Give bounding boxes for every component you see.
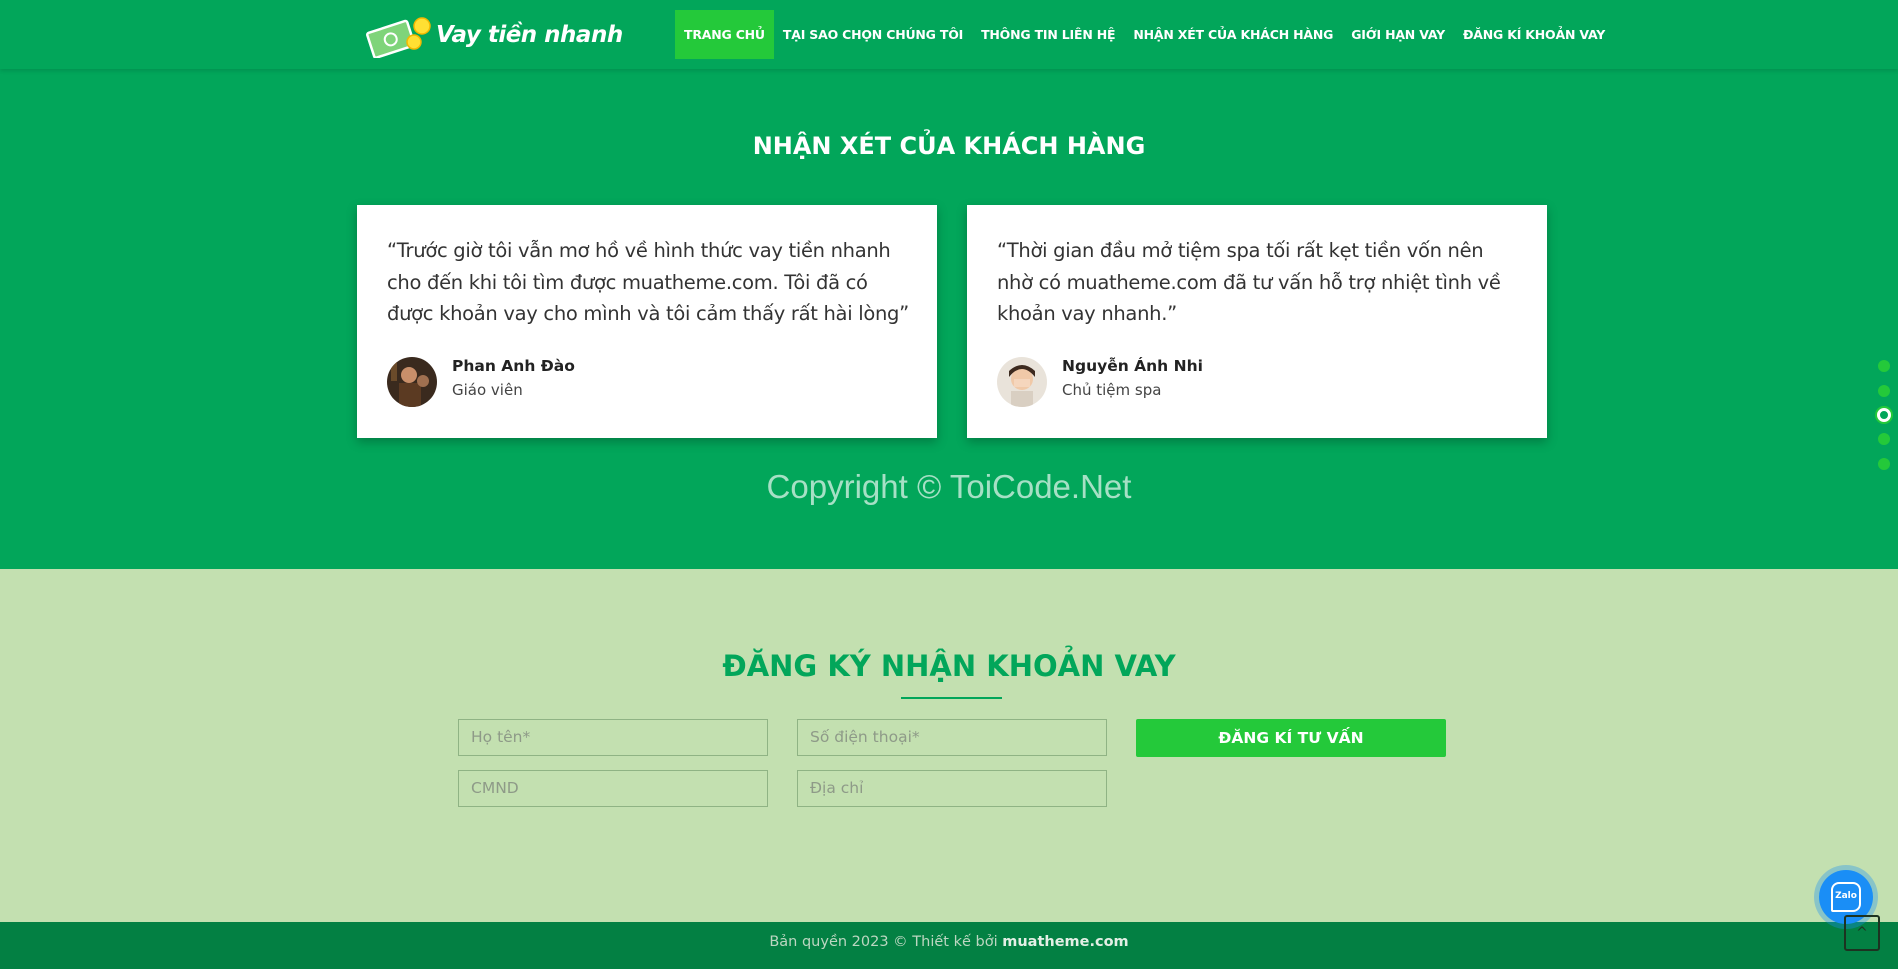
full-name-input[interactable]: Họ tên* — [458, 719, 768, 756]
testimonial-quote: “Thời gian đầu mở tiệm spa tối rất kẹt t… — [997, 239, 1501, 325]
nav-item-testimonials[interactable]: NHẬN XÉT CỦA KHÁCH HÀNG — [1124, 10, 1342, 59]
testimonials-section: NHẬN XÉT CỦA KHÁCH HÀNG “Trước giờ tôi v… — [0, 69, 1898, 569]
testimonial-card: “Thời gian đầu mở tiệm spa tối rất kẹt t… — [967, 205, 1547, 438]
address-input[interactable]: Địa chỉ — [797, 770, 1107, 807]
customer-role: Giáo viên — [452, 381, 523, 399]
avatar — [387, 357, 437, 407]
title-underline — [901, 697, 1002, 699]
watermark: Copyright © ToiCode.Net — [766, 468, 1132, 505]
logo-text: Vay tiền nhanh — [436, 22, 623, 48]
customer-name: Nguyễn Ánh Nhi — [1062, 357, 1203, 375]
section-dot-active[interactable] — [1877, 408, 1891, 422]
register-consult-button[interactable]: ĐĂNG KÍ TƯ VẤN — [1136, 719, 1446, 757]
section-dot[interactable] — [1876, 383, 1892, 399]
footer-text: Bản quyền 2023 © Thiết kế bởi — [769, 934, 998, 950]
registration-title: ĐĂNG KÝ NHẬN KHOẢN VAY — [722, 649, 1176, 683]
id-number-input[interactable]: CMND — [458, 770, 768, 807]
customer-role: Chủ tiệm spa — [1062, 381, 1162, 399]
section-dot[interactable] — [1876, 358, 1892, 374]
back-to-top-button[interactable]: ^ — [1844, 915, 1880, 951]
main-nav: TRANG CHỦ TẠI SAO CHỌN CHÚNG TÔI THÔNG T… — [675, 10, 1614, 59]
testimonial-card: “Trước giờ tôi vẫn mơ hồ về hình thức va… — [357, 205, 937, 438]
zalo-icon: Zalo — [1831, 882, 1861, 912]
nav-item-register[interactable]: ĐĂNG KÍ KHOẢN VAY — [1454, 10, 1614, 59]
avatar — [997, 357, 1047, 407]
section-dot-nav — [1876, 358, 1892, 472]
chevron-up-icon: ^ — [1856, 925, 1868, 941]
nav-item-contact[interactable]: THÔNG TIN LIÊN HỆ — [972, 10, 1124, 59]
phone-input[interactable]: Số điện thoại* — [797, 719, 1107, 756]
section-title: NHẬN XÉT CỦA KHÁCH HÀNG — [752, 132, 1146, 160]
section-dot[interactable] — [1876, 431, 1892, 447]
footer: Bản quyền 2023 © Thiết kế bởi muatheme.c… — [0, 922, 1898, 969]
section-dot[interactable] — [1876, 456, 1892, 472]
nav-item-home[interactable]: TRANG CHỦ — [675, 10, 774, 59]
nav-item-loan-limit[interactable]: GIỚI HẠN VAY — [1342, 10, 1454, 59]
footer-brand-link[interactable]: muatheme.com — [1002, 934, 1128, 950]
customer-name: Phan Anh Đào — [452, 357, 575, 375]
money-coin-icon — [364, 12, 434, 59]
nav-item-why-us[interactable]: TẠI SAO CHỌN CHÚNG TÔI — [774, 10, 972, 59]
header: Vay tiền nhanh TRANG CHỦ TẠI SAO CHỌN CH… — [0, 0, 1898, 69]
logo[interactable]: Vay tiền nhanh — [364, 12, 623, 59]
testimonial-quote: “Trước giờ tôi vẫn mơ hồ về hình thức va… — [387, 239, 909, 325]
